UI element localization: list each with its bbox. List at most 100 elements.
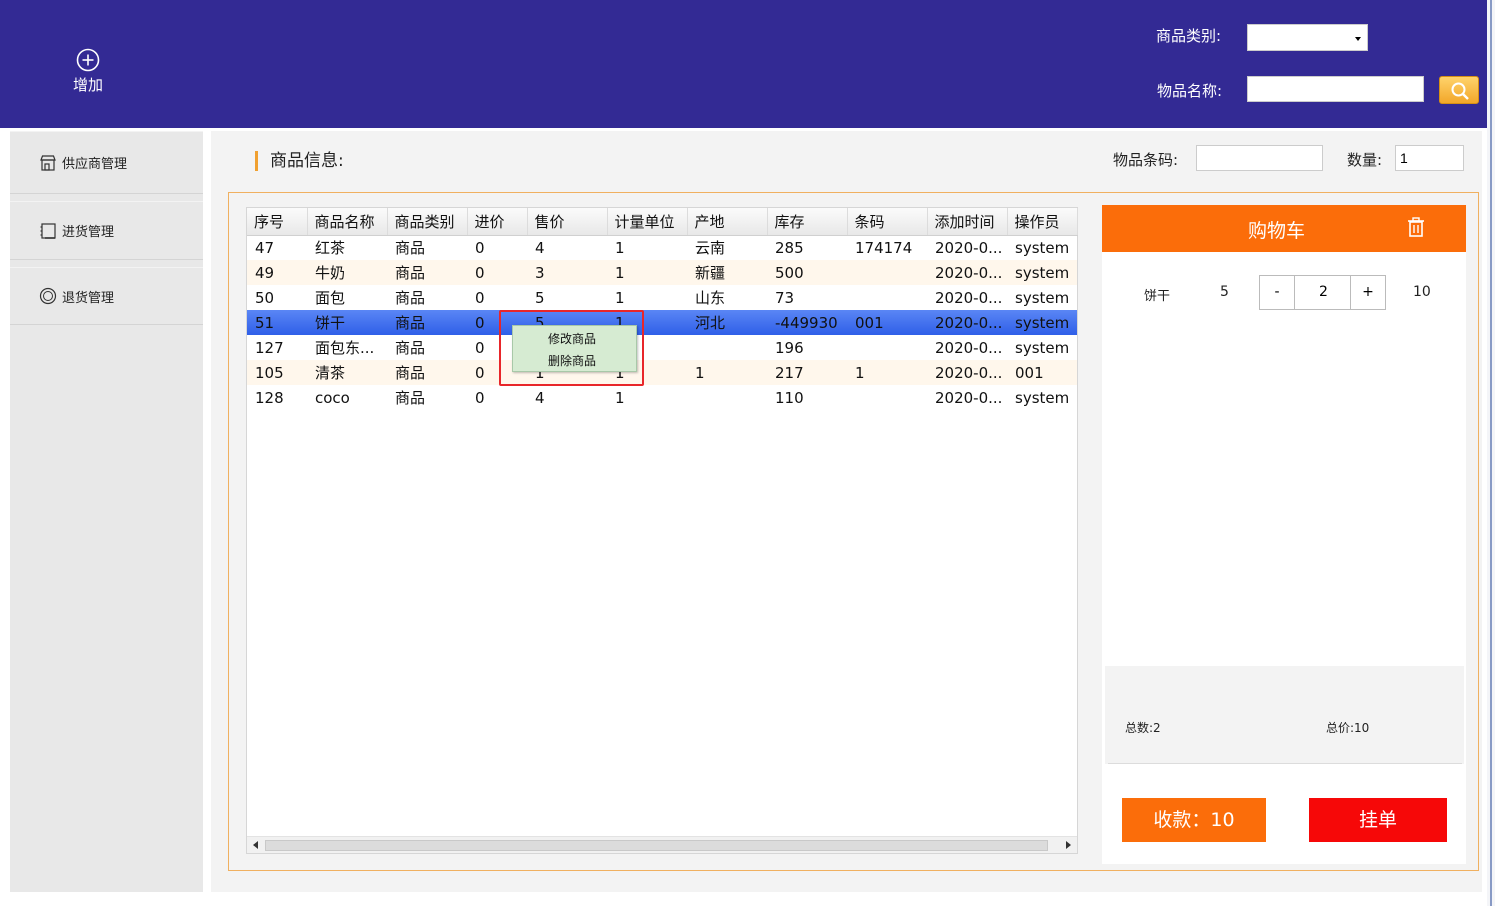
table-cell: 牛奶 xyxy=(307,260,387,285)
table-cell: 商品 xyxy=(395,389,426,407)
table-cell: 3 xyxy=(527,260,607,285)
table-cell xyxy=(847,385,927,410)
scroll-right-icon[interactable] xyxy=(1066,841,1071,849)
cart-summary xyxy=(1105,666,1464,764)
table-cell: 2020-0... xyxy=(927,360,1007,385)
search-button[interactable] xyxy=(1439,76,1479,104)
column-header[interactable]: 库存 xyxy=(767,208,848,236)
checkout-button[interactable]: 收款：10 xyxy=(1122,798,1266,842)
table-cell: 商品 xyxy=(395,289,426,307)
cart-item-price: 5 xyxy=(1220,284,1229,300)
table-row[interactable]: 127 面包东... 商品 0 196 2020-0... system xyxy=(247,335,1077,360)
column-header[interactable]: 添加时间 xyxy=(927,208,1008,236)
table-cell xyxy=(847,285,927,310)
table-row[interactable]: 47 红茶 商品 0 4 1 云南 285 174174 2020-0... system xyxy=(247,235,1077,260)
category-select[interactable] xyxy=(1247,24,1368,51)
column-header[interactable]: 操作员 xyxy=(1007,208,1078,236)
quantity-stepper: - 2 + xyxy=(1259,275,1386,310)
add-label: 增加 xyxy=(72,76,103,94)
table-cell: -449930 xyxy=(767,310,847,335)
table-row[interactable]: 128 coco 商品 0 4 1 110 2020-0... system xyxy=(247,385,1077,410)
table-cell: system xyxy=(1007,310,1077,335)
table-cell: 174174 xyxy=(855,238,913,257)
barcode-label: 物品条码: xyxy=(1113,151,1179,169)
context-menu: 修改商品 删除商品 xyxy=(512,325,637,372)
table-cell: 127 xyxy=(255,338,284,357)
table-cell xyxy=(687,385,767,410)
table-row[interactable]: 49 牛奶 商品 0 3 1 新疆 500 2020-0... system xyxy=(247,260,1077,285)
total-price: 总价:10 xyxy=(1326,721,1370,735)
table-cell: 新疆 xyxy=(687,260,767,285)
table-cell: 商品 xyxy=(395,239,426,258)
category-label: 商品类别: xyxy=(1156,27,1222,45)
table-row[interactable]: 51 饼干 商品 0 5 1 河北 -449930 001 2020-0... system xyxy=(247,310,1077,335)
table-cell: 2020-0... xyxy=(935,338,1003,357)
table-row[interactable]: 105 清茶 商品 0 1 1 1 217 1 2020-0... 001 xyxy=(247,360,1077,385)
scroll-left-icon[interactable] xyxy=(253,841,258,849)
menu-item-edit-goods[interactable]: 修改商品 xyxy=(548,330,596,347)
sidebar: 供应商管理 进货管理 退货管理 xyxy=(10,131,203,892)
table-cell: 001 xyxy=(1007,360,1077,385)
sidebar-item-returns[interactable]: 退货管理 xyxy=(10,267,203,325)
table-cell: 110 xyxy=(775,388,804,407)
trash-icon[interactable] xyxy=(1407,217,1425,237)
horizontal-scrollbar[interactable] xyxy=(247,836,1077,853)
caret-down-icon xyxy=(1355,37,1361,41)
table-cell: 1 xyxy=(607,260,687,285)
table-cell: 001 xyxy=(847,310,927,335)
add-button[interactable]: 增加 xyxy=(62,48,114,100)
search-icon xyxy=(1451,82,1469,100)
app-window: 增加 商品类别: 物品名称: 供应商管理 进货管理 退货管理 商品信息: 物品条… xyxy=(0,0,1495,906)
table-cell: system xyxy=(1015,288,1070,307)
goods-grid: 序号 商品名称 商品类别 进价 售价 计量单位 产地 库存 条码 添加时间 操作员 47 红茶 商品 0 4… xyxy=(247,208,1078,410)
decrease-button[interactable]: - xyxy=(1260,276,1295,309)
table-cell: 49 xyxy=(247,260,307,285)
sidebar-item-purchase[interactable]: 进货管理 xyxy=(10,201,203,260)
table-cell: 2020-0... xyxy=(927,260,1007,285)
table-cell: 河北 xyxy=(687,310,767,335)
name-label: 物品名称: xyxy=(1157,82,1223,100)
cart-item-qty[interactable]: 2 xyxy=(1296,276,1351,309)
table-cell: 商品 xyxy=(387,360,467,385)
table-row[interactable]: 50 面包 商品 0 5 1 山东 73 2020-0... system xyxy=(247,285,1077,310)
column-header[interactable]: 售价 xyxy=(527,208,608,236)
menu-item-delete-goods[interactable]: 删除商品 xyxy=(548,352,596,369)
quantity-input[interactable] xyxy=(1395,145,1464,171)
increase-button[interactable]: + xyxy=(1350,276,1385,309)
goods-table: 序号 商品名称 商品类别 进价 售价 计量单位 产地 库存 条码 添加时间 操作员 47 红茶 商品 0 4… xyxy=(246,207,1078,854)
table-cell xyxy=(847,335,927,360)
table-header-row: 序号 商品名称 商品类别 进价 售价 计量单位 产地 库存 条码 添加时间 操作员 xyxy=(247,208,1078,236)
table-cell: 商品 xyxy=(387,310,467,335)
column-header[interactable]: 商品类别 xyxy=(387,208,468,236)
clipboard-icon xyxy=(38,221,58,241)
table-cell: 0 xyxy=(475,288,485,307)
name-input[interactable] xyxy=(1247,76,1424,102)
column-header[interactable]: 计量单位 xyxy=(607,208,688,236)
table-cell: 1 xyxy=(847,360,927,385)
column-header[interactable]: 产地 xyxy=(687,208,768,236)
sidebar-item-suppliers[interactable]: 供应商管理 xyxy=(10,131,203,194)
table-cell: 50 xyxy=(255,288,275,307)
table-cell: 1 xyxy=(687,360,767,385)
table-cell: 2020-0... xyxy=(935,288,1003,307)
hold-order-button[interactable]: 挂单 xyxy=(1309,798,1447,842)
column-header[interactable]: 进价 xyxy=(467,208,528,236)
table-cell: 1 xyxy=(615,388,625,407)
barcode-input[interactable] xyxy=(1196,145,1323,171)
table-cell: 山东 xyxy=(695,289,726,307)
shopping-cart: 购物车 饼干 5 - 2 + 10 总数:2 总价:10 收款：10 挂单 xyxy=(1102,205,1466,864)
top-header: 增加 商品类别: 物品名称: xyxy=(0,0,1487,128)
scrollbar-thumb[interactable] xyxy=(265,840,1048,851)
total-count: 总数:2 xyxy=(1125,721,1161,735)
column-header[interactable]: 条码 xyxy=(847,208,928,236)
table-cell: system xyxy=(1015,388,1070,407)
table-cell: 商品 xyxy=(387,260,467,285)
table-cell: system xyxy=(1007,260,1077,285)
table-cell: 1 xyxy=(615,288,625,307)
column-header[interactable]: 序号 xyxy=(247,208,308,236)
table-cell: 196 xyxy=(775,338,804,357)
cart-title: 购物车 xyxy=(1248,220,1306,242)
column-header[interactable]: 商品名称 xyxy=(307,208,388,236)
table-cell: 清茶 xyxy=(307,360,387,385)
table-cell: 面包 xyxy=(315,289,346,307)
